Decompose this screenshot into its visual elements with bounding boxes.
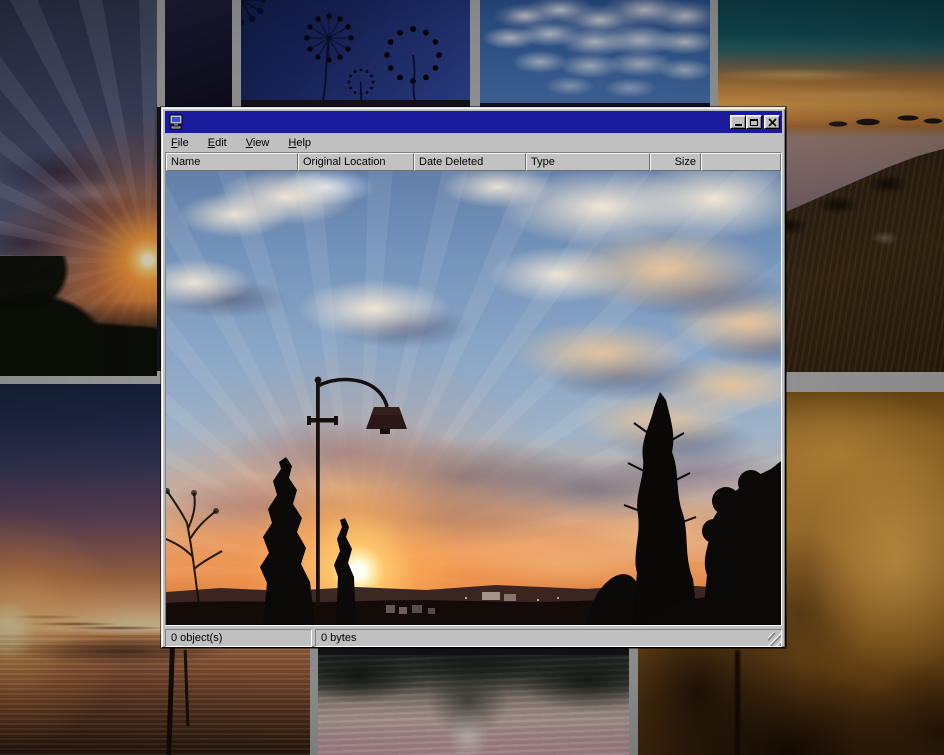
cypress-tree: [260, 457, 315, 625]
status-bytes: 0 bytes: [315, 629, 782, 647]
menu-help[interactable]: Help: [288, 137, 311, 149]
bare-tree: [166, 491, 222, 605]
gallery-gutter: [232, 0, 241, 107]
column-size[interactable]: Size: [650, 153, 701, 171]
close-button[interactable]: [764, 115, 780, 129]
gallery-gutter: [710, 0, 718, 107]
sunset-photo: [166, 171, 781, 625]
minimize-button[interactable]: [730, 115, 746, 129]
menu-file[interactable]: File: [171, 137, 189, 149]
thumb-dried-flowers: [241, 0, 470, 100]
resize-grip[interactable]: [768, 633, 781, 646]
column-date-deleted[interactable]: Date Deleted: [414, 153, 526, 171]
thumb-cloud-sky: [480, 0, 710, 103]
menu-view[interactable]: View: [246, 137, 270, 149]
close-icon: [765, 116, 781, 130]
minimize-icon: [735, 124, 742, 126]
water-ripples: [0, 633, 310, 755]
menu-edit[interactable]: Edit: [208, 137, 227, 149]
computer-icon[interactable]: [168, 114, 184, 130]
gallery-gutter: [629, 640, 638, 755]
thumb-water-reflection: [318, 655, 629, 755]
thumb-sunset-rays: [0, 0, 157, 376]
screen: File Edit View Help Name Original Locati…: [0, 0, 944, 755]
gallery-gutter: [470, 0, 480, 107]
flower-silhouette: [241, 0, 470, 100]
column-type[interactable]: Type: [526, 153, 650, 171]
column-original-location[interactable]: Original Location: [298, 153, 414, 171]
status-object-count: 0 object(s): [165, 629, 312, 647]
recycle-bin-window: File Edit View Help Name Original Locati…: [161, 107, 786, 648]
file-list-view[interactable]: Name Original Location Date Deleted Type…: [165, 152, 782, 626]
maximize-button[interactable]: [746, 115, 762, 129]
menu-bar: File Edit View Help: [165, 133, 782, 152]
plant-stem-silhouette: [735, 650, 740, 755]
column-header-row: Name Original Location Date Deleted Type…: [166, 153, 781, 171]
column-name[interactable]: Name: [166, 153, 298, 171]
column-blank[interactable]: [701, 153, 781, 171]
thumb-dark-sky: [165, 0, 232, 107]
tall-tree: [632, 392, 698, 625]
tree-silhouette: [0, 256, 157, 376]
maximize-icon: [750, 119, 758, 126]
street-lamp: [307, 377, 407, 605]
gallery-gutter: [157, 0, 165, 107]
silhouettes: [166, 171, 781, 625]
status-bar: 0 object(s) 0 bytes: [165, 629, 782, 647]
title-bar[interactable]: [165, 111, 782, 133]
